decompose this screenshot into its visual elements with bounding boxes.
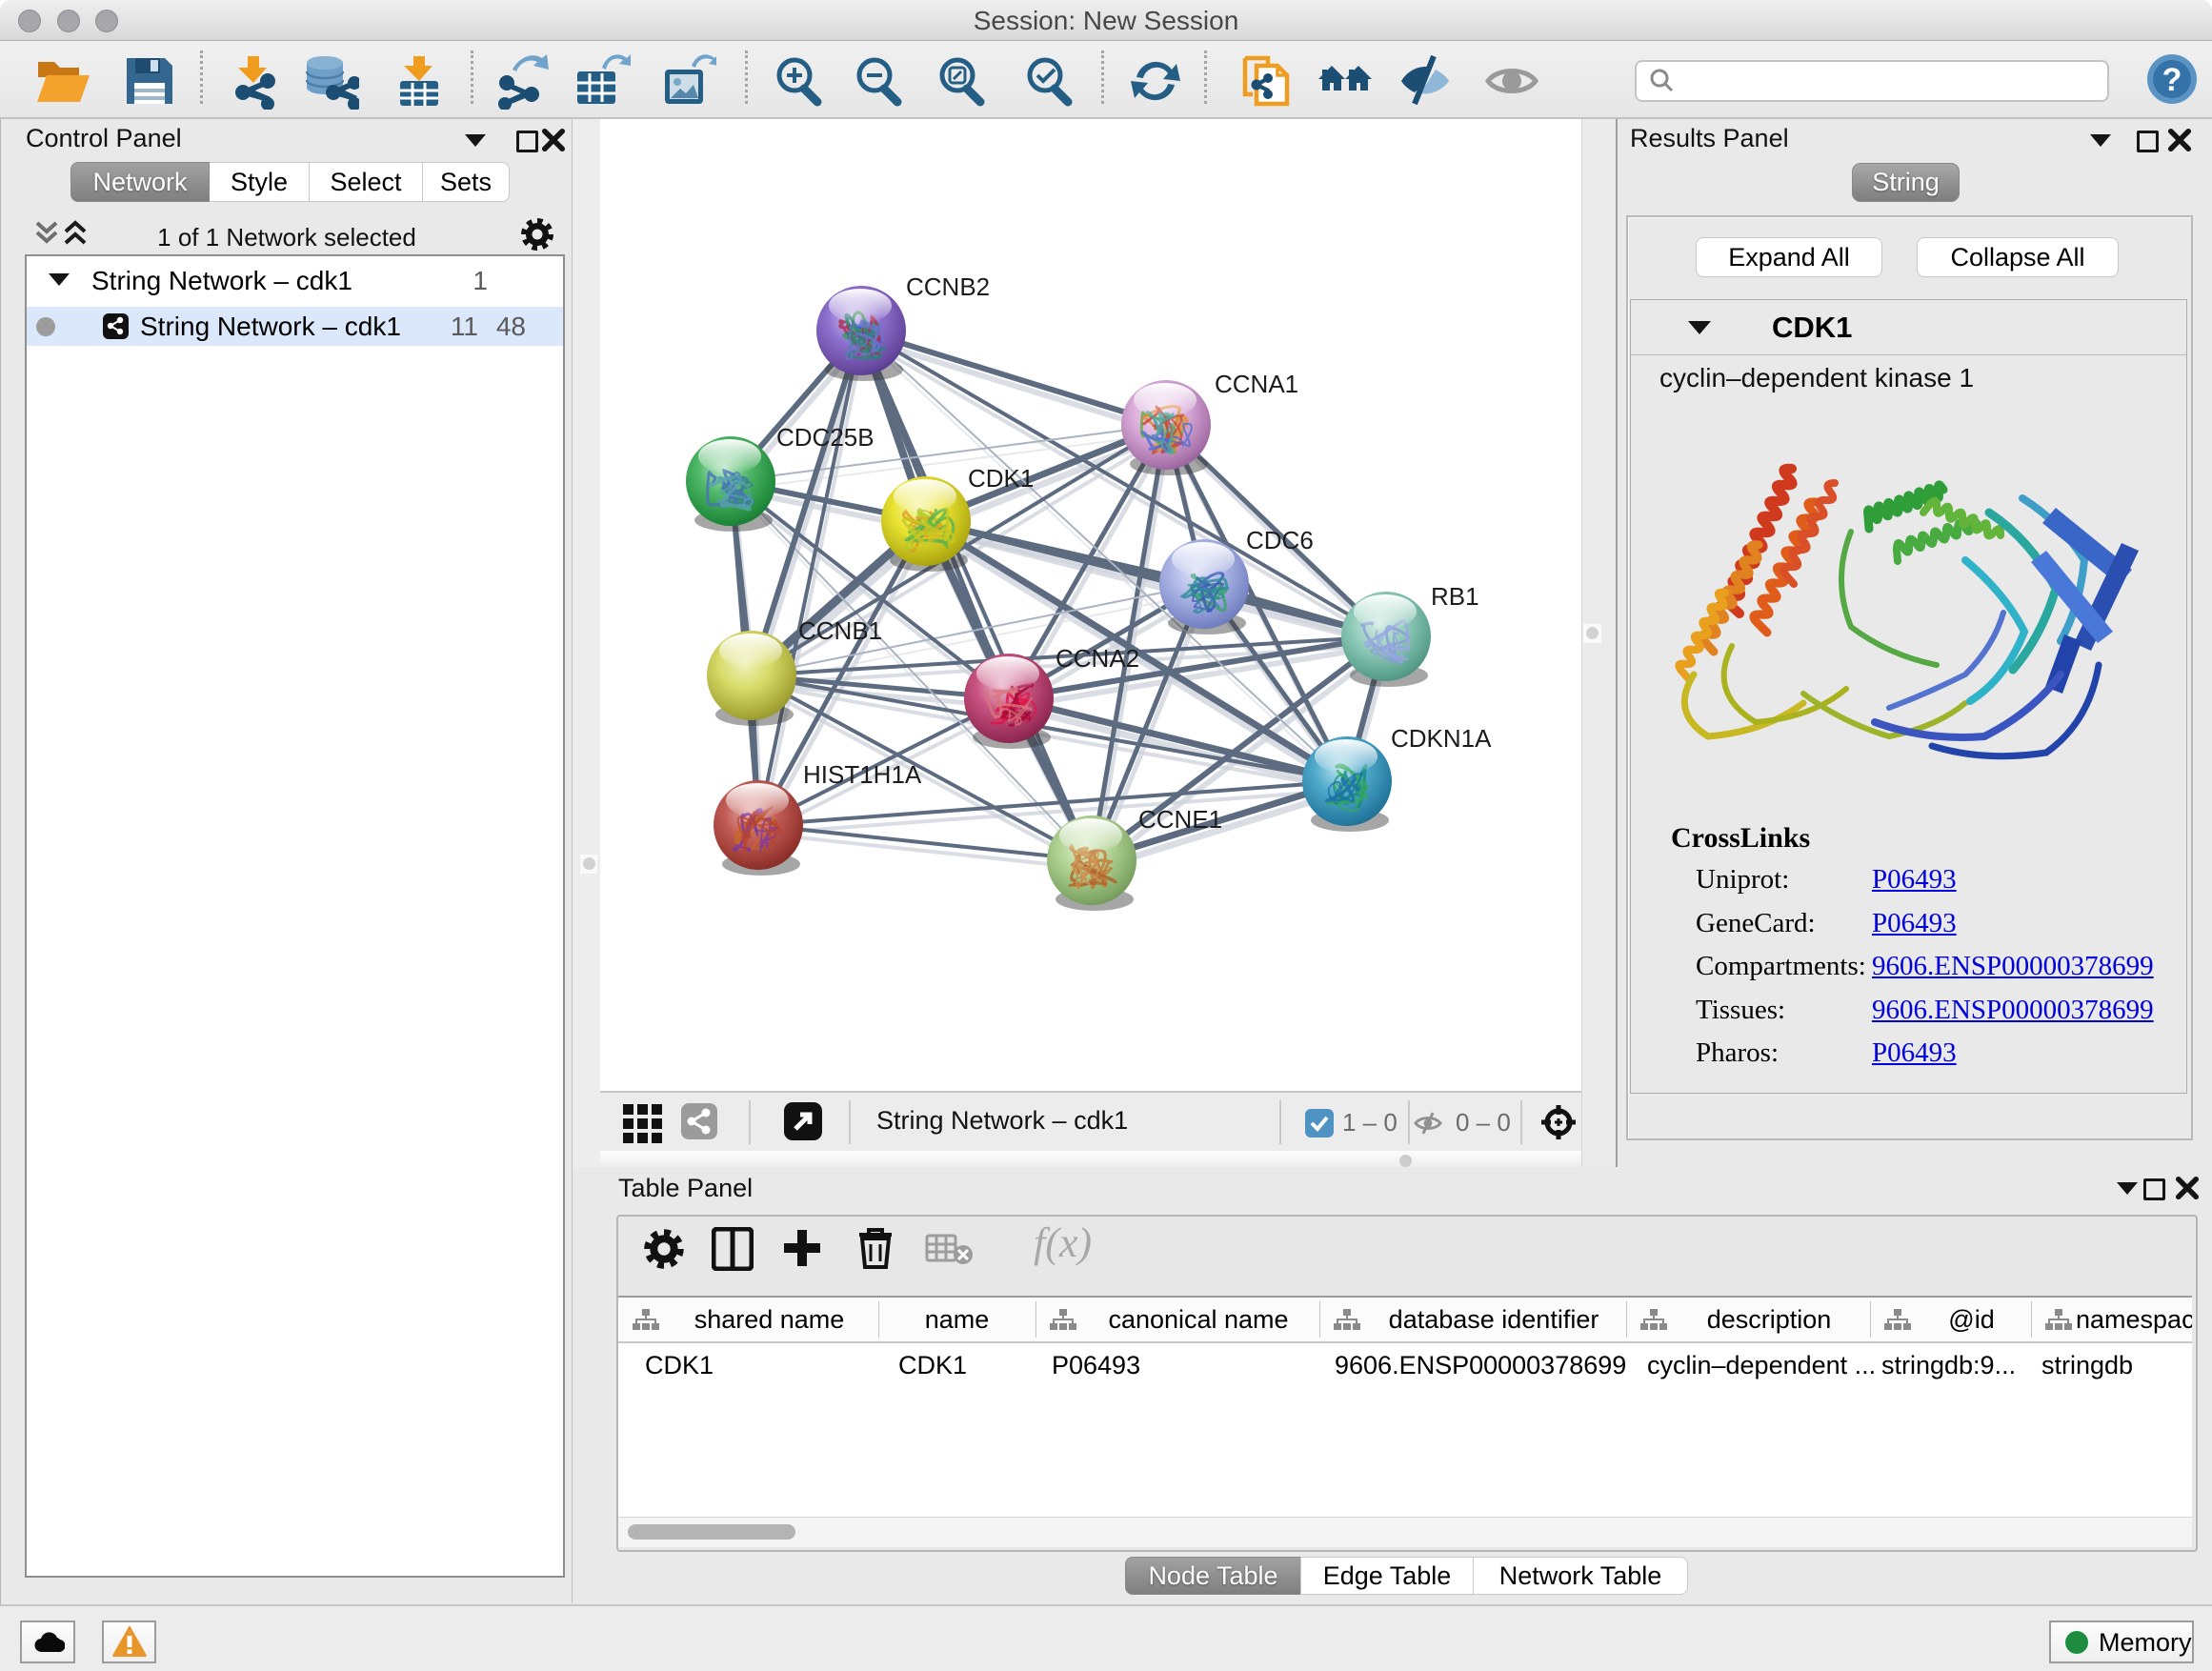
svg-text:CCNB1: CCNB1	[798, 616, 882, 645]
svg-text:CDC25B: CDC25B	[776, 423, 875, 452]
svg-text:CDK1: CDK1	[968, 464, 1034, 493]
svg-text:CCNA2: CCNA2	[1056, 644, 1139, 673]
svg-text:HIST1H1A: HIST1H1A	[803, 760, 922, 789]
svg-text:CDKN1A: CDKN1A	[1391, 724, 1492, 753]
svg-text:CDC6: CDC6	[1246, 526, 1314, 554]
svg-text:CCNE1: CCNE1	[1138, 805, 1222, 834]
svg-text:CCNB2: CCNB2	[906, 272, 990, 301]
svg-text:RB1: RB1	[1431, 582, 1479, 611]
svg-text:CCNA1: CCNA1	[1215, 370, 1298, 398]
svg-text:?: ?	[2162, 62, 2182, 98]
